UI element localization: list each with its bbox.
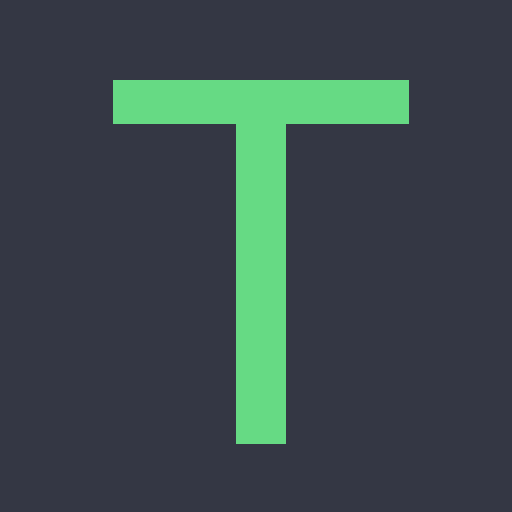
app-logo-canvas	[0, 0, 512, 512]
t-letter-logo-icon	[0, 0, 512, 512]
letter-t-stem	[236, 80, 286, 444]
